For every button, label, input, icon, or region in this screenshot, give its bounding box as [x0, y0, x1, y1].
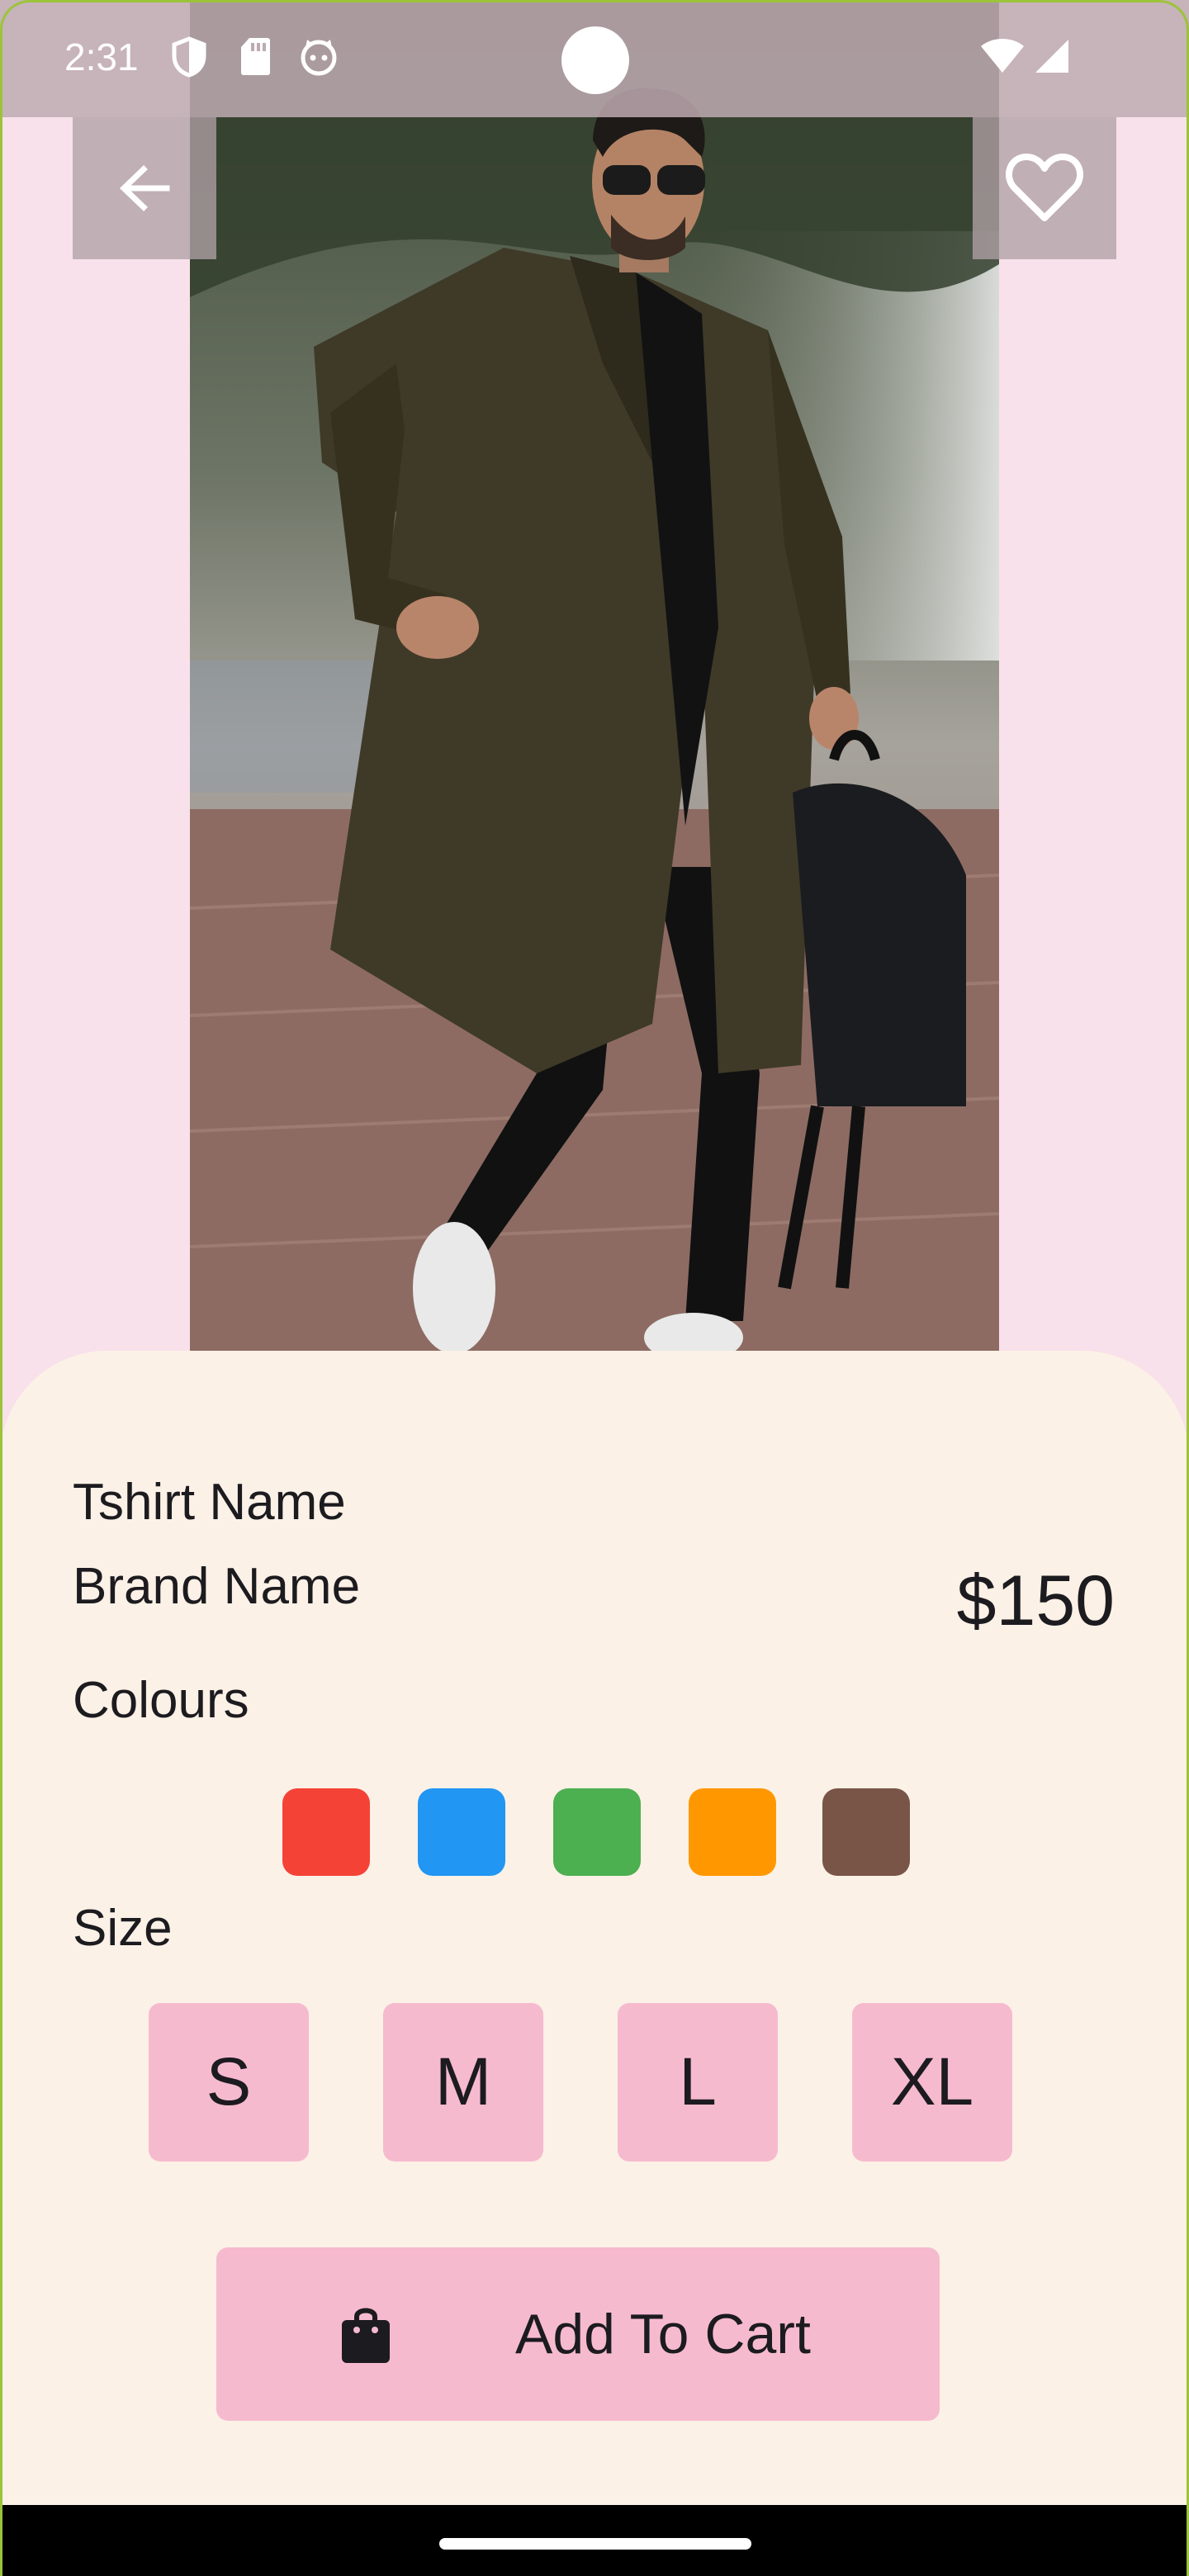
colour-swatch-brown[interactable]: [822, 1788, 910, 1876]
size-label: Size: [73, 1900, 173, 1957]
status-time: 2:31: [64, 36, 139, 78]
product-price: $150: [956, 1561, 1115, 1641]
colour-swatch-orange[interactable]: [689, 1788, 776, 1876]
cell-signal-icon: [1035, 40, 1068, 73]
home-gesture-handle[interactable]: [439, 2538, 751, 2550]
product-name: Tshirt Name: [73, 1474, 346, 1531]
camera-cutout: [561, 26, 629, 94]
cat-icon: [301, 40, 337, 76]
heart-icon: [1005, 154, 1084, 221]
size-button-l[interactable]: L: [618, 2003, 778, 2162]
sd-card-icon: [241, 38, 270, 75]
status-bar: 2:31: [0, 0, 1189, 117]
shopping-bag-icon: [342, 2308, 390, 2363]
size-button-s[interactable]: S: [149, 2003, 309, 2162]
navigation-bar: [0, 2505, 1189, 2576]
back-button[interactable]: [73, 117, 216, 259]
colour-swatch-blue[interactable]: [418, 1788, 505, 1876]
wifi-icon: [981, 39, 1024, 73]
colours-label: Colours: [73, 1672, 249, 1729]
colour-swatch-green[interactable]: [553, 1788, 641, 1876]
product-photo-illustration: [190, 0, 999, 1354]
arrow-left-icon: [119, 165, 170, 211]
brand-name: Brand Name: [73, 1558, 361, 1615]
size-button-xl[interactable]: XL: [852, 2003, 1012, 2162]
colour-swatch-red[interactable]: [282, 1788, 370, 1876]
add-to-cart-label: Add To Cart: [515, 2303, 811, 2365]
shield-icon: [172, 36, 206, 78]
add-to-cart-button[interactable]: Add To Cart: [216, 2247, 940, 2421]
product-image: [190, 0, 999, 1354]
favorite-button[interactable]: [973, 117, 1116, 259]
size-button-m[interactable]: M: [383, 2003, 543, 2162]
